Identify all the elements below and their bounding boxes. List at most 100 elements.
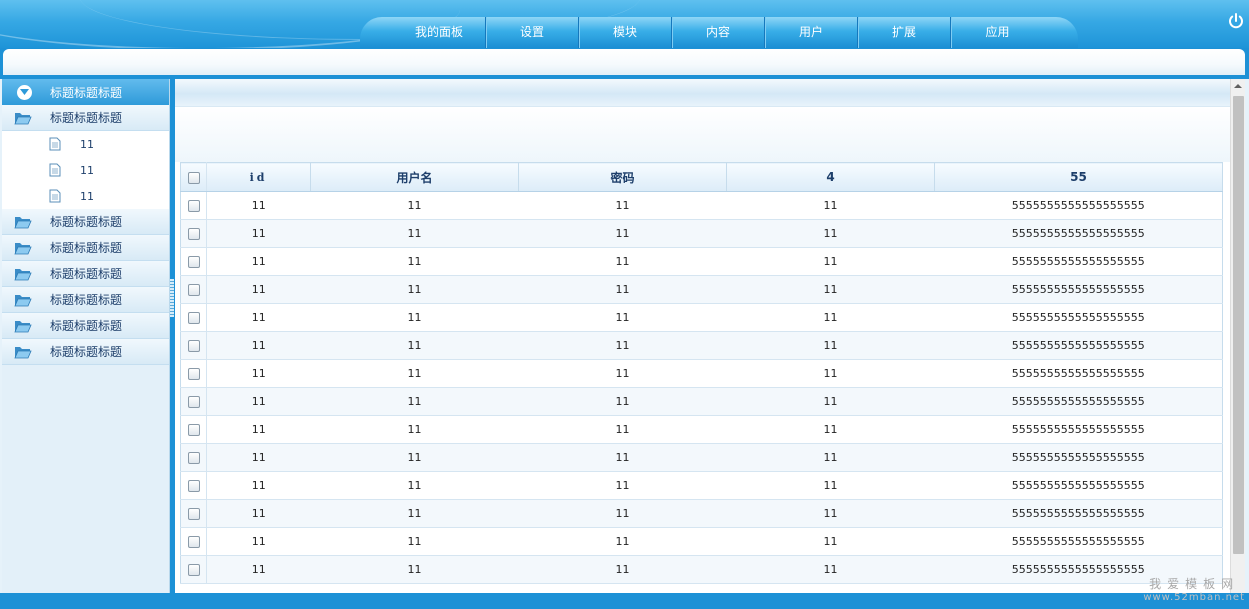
vertical-scrollbar[interactable]: [1230, 79, 1245, 593]
select-all-checkbox[interactable]: [187, 171, 200, 184]
table-cell: 5555555555555555555: [934, 471, 1223, 500]
table-row[interactable]: 11 11 11 11 5555555555555555555: [180, 191, 1223, 220]
table-cell: 11: [310, 443, 519, 472]
table-cell: 11: [726, 303, 935, 332]
table-row[interactable]: 11 11 11 11 5555555555555555555: [180, 499, 1223, 528]
row-checkbox[interactable]: [187, 564, 200, 576]
nav-item-apps[interactable]: 应用: [951, 17, 1044, 48]
table-row[interactable]: 11 11 11 11 5555555555555555555: [180, 219, 1223, 248]
table-cell: 11: [518, 359, 727, 388]
sidebar-group-2[interactable]: 标题标题标题: [2, 209, 169, 235]
document-icon: [49, 137, 61, 151]
folder-open-icon: [14, 268, 32, 280]
table-row[interactable]: 11 11 11 11 5555555555555555555: [180, 331, 1223, 360]
table-body: 11 11 11 11 5555555555555555555 11 11 11 11 55555…: [180, 191, 1223, 584]
column-header-55[interactable]: 55: [934, 162, 1223, 192]
sidebar-group-5[interactable]: 标题标题标题: [2, 287, 169, 313]
row-checkbox[interactable]: [187, 396, 200, 408]
table-cell: 11: [206, 275, 311, 304]
row-checkbox[interactable]: [187, 256, 200, 268]
table-cell: 11: [310, 191, 519, 220]
nav-item-dashboard[interactable]: 我的面板: [393, 17, 486, 48]
column-header-username[interactable]: 用户名: [310, 162, 519, 192]
table-cell: 11: [518, 387, 727, 416]
table-cell: 5555555555555555555: [934, 191, 1223, 220]
table-cell: 11: [310, 471, 519, 500]
nav-item-settings[interactable]: 设置: [486, 17, 579, 48]
nav-item-modules[interactable]: 模块: [579, 17, 672, 48]
main-nav: 我的面板 设置 模块 内容 用户 扩展 应用: [360, 17, 1078, 48]
folder-open-icon: [14, 242, 32, 254]
row-checkbox[interactable]: [187, 480, 200, 492]
sidebar-group-label: 标题标题标题: [50, 111, 123, 125]
sidebar-group-4[interactable]: 标题标题标题: [2, 261, 169, 287]
sidebar-leaf-item[interactable]: 11: [2, 157, 169, 183]
row-checkbox[interactable]: [187, 228, 200, 240]
table-row[interactable]: 11 11 11 11 5555555555555555555: [180, 387, 1223, 416]
nav-item-users[interactable]: 用户: [765, 17, 858, 48]
scrollbar-thumb[interactable]: [1233, 96, 1244, 554]
table-row[interactable]: 11 11 11 11 5555555555555555555: [180, 443, 1223, 472]
sidebar: 标题标题标题 标题标题标题 11 11 11 标题标题标题 标题标题标题 标题标…: [2, 79, 170, 593]
row-checkbox-cell: [180, 443, 207, 472]
nav-item-extensions[interactable]: 扩展: [858, 17, 951, 48]
table-cell: 5555555555555555555: [934, 499, 1223, 528]
row-checkbox[interactable]: [187, 340, 200, 352]
sidebar-group-7[interactable]: 标题标题标题: [2, 339, 169, 365]
column-header-password[interactable]: 密码: [518, 162, 727, 192]
sidebar-header[interactable]: 标题标题标题: [2, 79, 169, 105]
sidebar-group-6[interactable]: 标题标题标题: [2, 313, 169, 339]
table-row[interactable]: 11 11 11 11 5555555555555555555: [180, 527, 1223, 556]
power-icon[interactable]: [1227, 12, 1245, 30]
table-cell: 11: [518, 471, 727, 500]
table-cell: 5555555555555555555: [934, 387, 1223, 416]
row-checkbox-cell: [180, 555, 207, 584]
table-cell: 11: [518, 247, 727, 276]
table-cell: 11: [726, 499, 935, 528]
watermark-line-1: 我爱模板网: [1149, 577, 1240, 591]
row-checkbox[interactable]: [187, 284, 200, 296]
table-cell: 11: [726, 275, 935, 304]
scroll-up-arrow-icon[interactable]: [1231, 79, 1245, 94]
table-cell: 11: [206, 359, 311, 388]
sidebar-leaf-item[interactable]: 11: [2, 183, 169, 209]
row-checkbox[interactable]: [187, 424, 200, 436]
table-row[interactable]: 11 11 11 11 5555555555555555555: [180, 303, 1223, 332]
table-cell: 11: [518, 275, 727, 304]
table-row[interactable]: 11 11 11 11 5555555555555555555: [180, 555, 1223, 584]
table-row[interactable]: 11 11 11 11 5555555555555555555: [180, 415, 1223, 444]
chevron-down-icon[interactable]: [17, 84, 32, 100]
table-cell: 11: [206, 527, 311, 556]
table-cell: 11: [310, 527, 519, 556]
sidebar-group-1-children: 11 11 11: [2, 131, 169, 209]
row-checkbox[interactable]: [187, 452, 200, 464]
sidebar-group-1[interactable]: 标题标题标题: [2, 105, 169, 131]
sidebar-leaf-item[interactable]: 11: [2, 131, 169, 157]
bottom-bar: [0, 593, 1249, 609]
row-checkbox[interactable]: [187, 200, 200, 212]
table-cell: 11: [726, 219, 935, 248]
column-header-id[interactable]: id: [206, 162, 311, 192]
table-row[interactable]: 11 11 11 11 5555555555555555555: [180, 359, 1223, 388]
table-cell: 5555555555555555555: [934, 331, 1223, 360]
row-checkbox-cell: [180, 471, 207, 500]
table-cell: 11: [518, 555, 727, 584]
table-cell: 11: [206, 443, 311, 472]
table-cell: 11: [726, 471, 935, 500]
watermark-line-2: www.52mban.net: [1143, 592, 1245, 603]
row-checkbox[interactable]: [187, 508, 200, 520]
sidebar-leaf-label: 11: [80, 163, 94, 177]
row-checkbox-cell: [180, 331, 207, 360]
table-row[interactable]: 11 11 11 11 5555555555555555555: [180, 247, 1223, 276]
table-row[interactable]: 11 11 11 11 5555555555555555555: [180, 275, 1223, 304]
row-checkbox[interactable]: [187, 368, 200, 380]
table-cell: 11: [726, 359, 935, 388]
nav-item-content[interactable]: 内容: [672, 17, 765, 48]
table-cell: 5555555555555555555: [934, 275, 1223, 304]
table-row[interactable]: 11 11 11 11 5555555555555555555: [180, 471, 1223, 500]
row-checkbox[interactable]: [187, 536, 200, 548]
splitter-grip-handle[interactable]: [170, 279, 174, 317]
column-header-4[interactable]: 4: [726, 162, 935, 192]
sidebar-group-3[interactable]: 标题标题标题: [2, 235, 169, 261]
row-checkbox[interactable]: [187, 312, 200, 324]
